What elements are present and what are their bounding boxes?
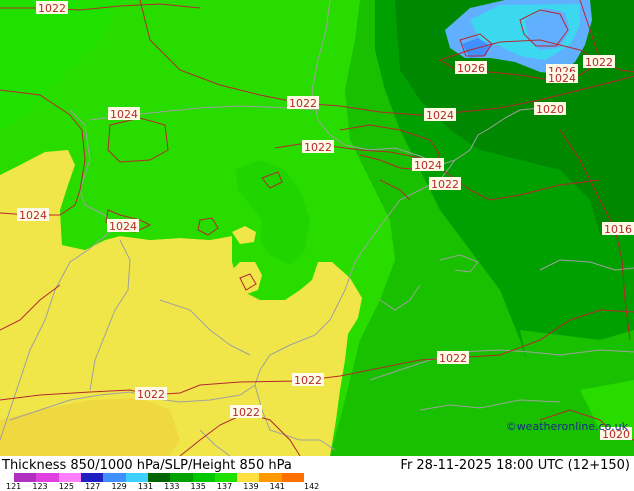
legend-swatch bbox=[147, 473, 171, 482]
legend-swatch bbox=[281, 473, 305, 482]
map-footer: ©weatheronline.co.uk Thickness 850/1000 … bbox=[0, 420, 634, 491]
legend-swatch bbox=[170, 473, 193, 482]
svg-text:1022: 1022 bbox=[294, 374, 322, 387]
isobar-label: 1020 bbox=[534, 102, 566, 116]
legend-swatch bbox=[80, 473, 104, 482]
legend-swatch bbox=[192, 473, 215, 482]
weather-map: 1022 1024 1022 1022 1024 1024 1022 1026 … bbox=[0, 0, 634, 456]
svg-text:1022: 1022 bbox=[585, 56, 613, 69]
svg-text:1016: 1016 bbox=[604, 223, 632, 236]
isobar-label: 1022 bbox=[287, 96, 319, 110]
isobar-label: 1022 bbox=[583, 55, 615, 69]
isobar-label: 1022 bbox=[230, 405, 262, 419]
isobar-label: 1024 bbox=[546, 72, 578, 85]
isobar-label: 1024 bbox=[424, 108, 456, 122]
isobar-label: 1016 bbox=[602, 222, 634, 236]
legend-swatch bbox=[14, 473, 37, 482]
isobar-label: 1022 bbox=[437, 351, 469, 365]
isobar-label: 1022 bbox=[36, 1, 68, 15]
svg-text:1022: 1022 bbox=[289, 97, 317, 110]
legend-swatch bbox=[58, 473, 81, 482]
valid-time: Fr 28-11-2025 18:00 UTC (12+150) bbox=[400, 458, 630, 473]
legend-swatch bbox=[36, 473, 59, 482]
color-legend-bar bbox=[14, 473, 305, 482]
svg-text:1024: 1024 bbox=[109, 220, 137, 233]
isobar-label: 1022 bbox=[292, 373, 324, 387]
isobar-label: 1022 bbox=[429, 177, 461, 191]
svg-text:1020: 1020 bbox=[536, 103, 564, 116]
svg-text:1024: 1024 bbox=[19, 209, 47, 222]
credit-text[interactable]: ©weatheronline.co.uk bbox=[506, 420, 628, 433]
isobar-label: 1024 bbox=[107, 219, 139, 233]
map-svg: 1022 1024 1022 1022 1024 1024 1022 1026 … bbox=[0, 0, 634, 456]
svg-text:1022: 1022 bbox=[304, 141, 332, 154]
svg-text:1022: 1022 bbox=[431, 178, 459, 191]
svg-text:1022: 1022 bbox=[232, 406, 260, 419]
svg-text:1022: 1022 bbox=[439, 352, 467, 365]
isobar-label: 1024 bbox=[17, 208, 49, 222]
svg-text:1022: 1022 bbox=[38, 2, 66, 15]
isobar-label: 1022 bbox=[302, 140, 334, 154]
svg-text:1022: 1022 bbox=[137, 388, 165, 401]
legend-swatch bbox=[214, 473, 238, 482]
legend-swatch bbox=[259, 473, 282, 482]
svg-text:1024: 1024 bbox=[110, 108, 138, 121]
svg-text:1024: 1024 bbox=[426, 109, 454, 122]
legend-swatch bbox=[237, 473, 260, 482]
isobar-label: 1024 bbox=[412, 158, 444, 172]
legend-swatch bbox=[125, 473, 148, 482]
svg-text:1024: 1024 bbox=[414, 159, 442, 172]
svg-text:1024: 1024 bbox=[548, 72, 576, 85]
isobar-label: 1026 bbox=[455, 61, 487, 75]
svg-text:1026: 1026 bbox=[457, 62, 485, 75]
legend-swatch bbox=[103, 473, 126, 482]
isobar-label: 1022 bbox=[135, 387, 167, 401]
map-title: Thickness 850/1000 hPa/SLP/Height 850 hP… bbox=[2, 458, 292, 473]
isobar-label: 1024 bbox=[108, 107, 140, 121]
